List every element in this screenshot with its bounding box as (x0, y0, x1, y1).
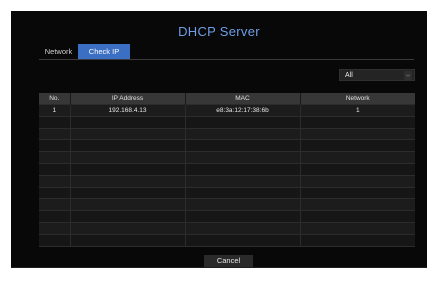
cell-no (39, 139, 70, 152)
table-row[interactable] (39, 139, 415, 152)
cell-ip-address (69, 221, 185, 235)
table-body: 1 192.168.4.13 e8:3a:12:17:38:6b 1 (39, 104, 415, 247)
table-row[interactable] (39, 127, 415, 140)
cell-ip-address (69, 139, 185, 152)
cell-mac (184, 162, 300, 176)
table-row[interactable] (39, 186, 415, 199)
tab-check-ip[interactable]: Check IP (78, 44, 130, 59)
cell-mac (184, 186, 300, 199)
cell-network (299, 115, 415, 129)
ip-table: No. IP Address MAC Network 1 192.168.4.13… (39, 93, 415, 247)
cell-ip-address: 192.168.4.13 (69, 104, 185, 117)
cell-mac (184, 233, 300, 247)
network-filter-select[interactable]: All (339, 69, 415, 81)
table-row[interactable] (39, 151, 415, 164)
cell-mac (184, 174, 300, 188)
cell-mac (184, 127, 300, 140)
cell-network (299, 151, 415, 164)
table-row[interactable] (39, 210, 415, 223)
table-row[interactable] (39, 221, 415, 235)
cell-mac: e8:3a:12:17:38:6b (184, 104, 300, 117)
cell-network (299, 186, 415, 199)
cell-mac (184, 139, 300, 152)
cell-no (39, 221, 70, 235)
cell-no (39, 127, 70, 140)
cell-ip-address (69, 127, 185, 140)
tab-network[interactable]: Network (39, 44, 78, 59)
cell-no (39, 162, 70, 176)
cell-network (299, 127, 415, 140)
tab-bar: Network Check IP (39, 44, 130, 59)
cell-ip-address (69, 198, 185, 211)
cell-network (299, 221, 415, 235)
table-row[interactable] (39, 115, 415, 129)
cell-no (39, 174, 70, 188)
cell-ip-address (69, 233, 185, 247)
table-row[interactable]: 1 192.168.4.13 e8:3a:12:17:38:6b 1 (39, 104, 415, 117)
cell-network (299, 233, 415, 247)
cell-mac (184, 151, 300, 164)
cell-ip-address (69, 186, 185, 199)
column-header-network: Network (299, 93, 415, 105)
table-header-row: No. IP Address MAC Network (39, 93, 415, 105)
cell-no (39, 233, 70, 247)
cancel-button[interactable]: Cancel (204, 255, 253, 267)
cell-no (39, 210, 70, 223)
cell-ip-address (69, 115, 185, 129)
cell-network (299, 210, 415, 223)
chevron-down-icon[interactable] (404, 71, 412, 80)
column-header-ip-address: IP Address (69, 93, 185, 105)
cell-no (39, 186, 70, 199)
cell-network (299, 198, 415, 211)
cell-no (39, 198, 70, 211)
cell-mac (184, 210, 300, 223)
cell-no (39, 151, 70, 164)
cell-network: 1 (299, 104, 415, 117)
cell-network (299, 174, 415, 188)
cell-ip-address (69, 174, 185, 188)
filter-selected-value: All (345, 72, 353, 79)
tab-divider (39, 59, 414, 60)
cell-mac (184, 198, 300, 211)
table-row[interactable] (39, 233, 415, 247)
cell-no (39, 115, 70, 129)
table-row[interactable] (39, 198, 415, 211)
cell-mac (184, 221, 300, 235)
cell-ip-address (69, 210, 185, 223)
dhcp-server-dialog: DHCP Server Network Check IP All No. IP … (11, 11, 427, 268)
cell-network (299, 139, 415, 152)
table-row[interactable] (39, 162, 415, 176)
dialog-title: DHCP Server (178, 24, 260, 39)
cell-mac (184, 115, 300, 129)
column-header-mac: MAC (184, 93, 300, 105)
cell-no: 1 (39, 104, 70, 117)
cell-ip-address (69, 162, 185, 176)
column-header-no: No. (39, 93, 70, 105)
cell-network (299, 162, 415, 176)
cell-ip-address (69, 151, 185, 164)
table-row[interactable] (39, 174, 415, 188)
